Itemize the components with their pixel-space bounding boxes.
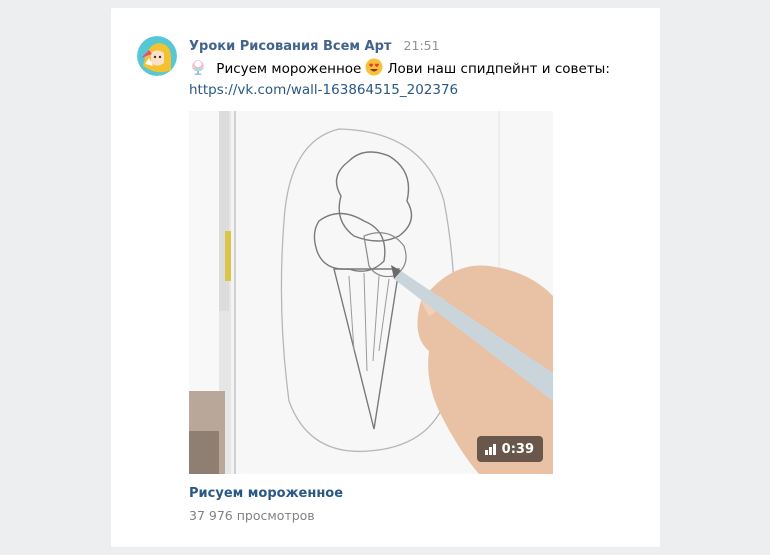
ice-cream-emoji-icon <box>189 60 216 77</box>
video-preview-image <box>189 111 553 474</box>
heart-eyes-emoji-icon <box>361 58 387 77</box>
author-name[interactable]: Уроки Рисования Всем Арт <box>189 39 391 54</box>
post-text: Рисуем мороженное Лови наш спидпейнт и с… <box>189 58 649 101</box>
video-views: 37 976 просмотров <box>189 508 315 523</box>
avatar[interactable] <box>137 36 177 76</box>
post-text-part1: Рисуем мороженное <box>216 61 362 77</box>
post-link[interactable]: https://vk.com/wall-163864515_202376 <box>189 82 458 98</box>
post-card: Уроки Рисования Всем Арт 21:51 Рисуем мо… <box>111 8 660 547</box>
post-header: Уроки Рисования Всем Арт 21:51 <box>189 35 649 57</box>
post-text-part2: Лови наш спидпейнт и советы: <box>387 61 610 77</box>
video-duration: 0:39 <box>501 441 534 457</box>
bar-chart-icon <box>484 443 496 455</box>
video-title[interactable]: Рисуем мороженное <box>189 486 343 501</box>
video-duration-badge: 0:39 <box>476 436 543 462</box>
video-thumbnail[interactable]: 0:39 <box>189 111 553 474</box>
post-time[interactable]: 21:51 <box>404 38 440 53</box>
